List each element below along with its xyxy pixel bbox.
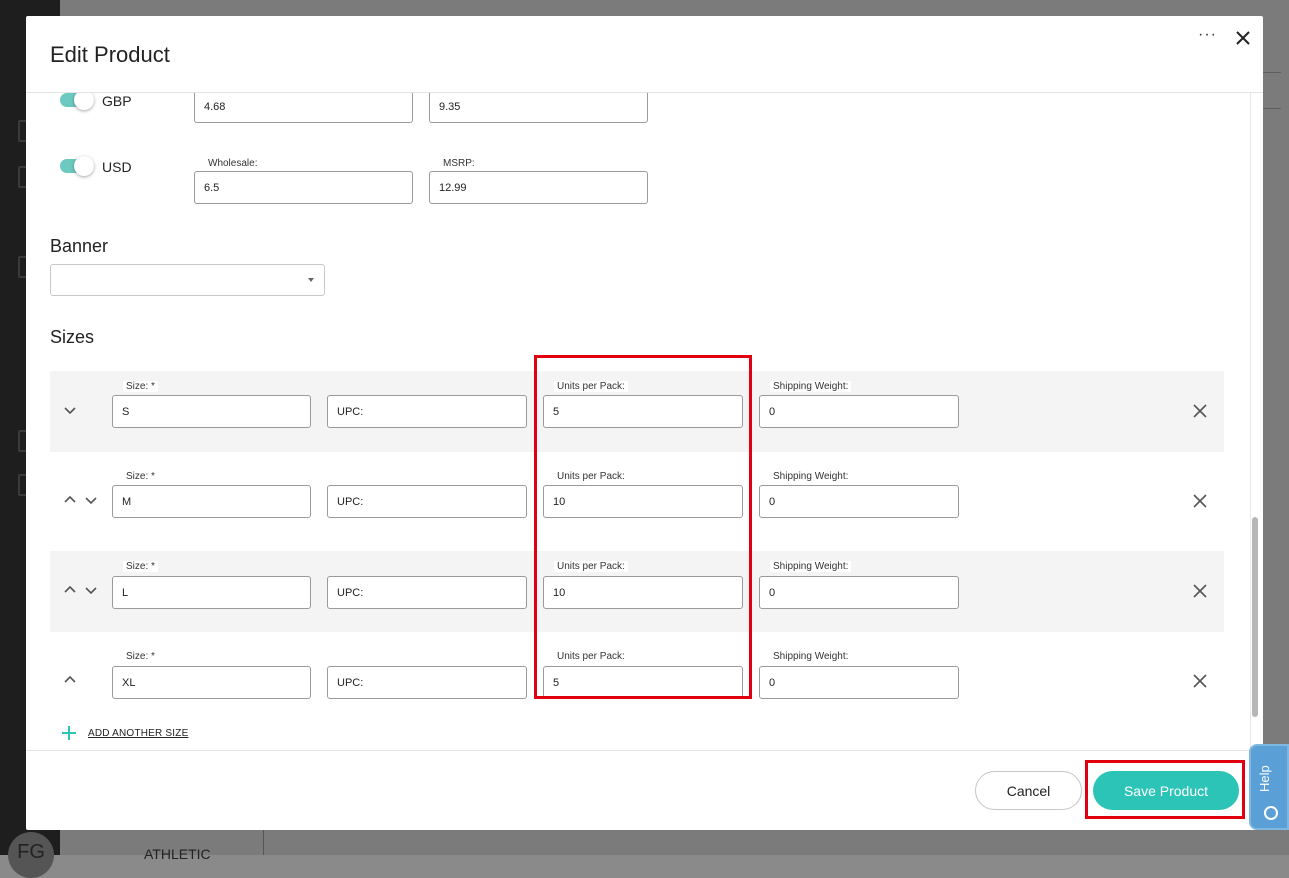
avatar: FG <box>8 832 54 878</box>
units-per-pack-label: Units per Pack: <box>554 471 628 482</box>
move-down-icon[interactable] <box>83 492 99 508</box>
shipping-weight-input[interactable]: 0 <box>759 485 959 518</box>
move-up-icon[interactable] <box>62 582 78 598</box>
gbp-toggle[interactable] <box>60 93 94 110</box>
size-label: Size: * <box>123 651 158 662</box>
toggle-knob <box>74 93 94 110</box>
currency-label-gbp: GBP <box>102 93 132 109</box>
units-per-pack-input[interactable]: 10 <box>543 576 743 609</box>
size-row: S Size: * UPC: 5 Units per Pack: 0 Shipp… <box>50 371 1224 452</box>
edit-product-modal: Edit Product ··· GBP 4.68 9.35 USD 6.5 W… <box>26 16 1263 830</box>
shipping-weight-label: Shipping Weight: <box>770 381 852 392</box>
remove-size-icon[interactable] <box>1192 673 1208 689</box>
upc-input[interactable]: UPC: <box>327 576 527 609</box>
plus-icon <box>62 726 76 740</box>
size-input[interactable]: L <box>112 576 311 609</box>
modal-content: GBP 4.68 9.35 USD 6.5 Wholesale: 12.99 M… <box>26 93 1263 750</box>
upc-input[interactable]: UPC: <box>327 395 527 428</box>
wholesale-label: Wholesale: <box>205 158 261 169</box>
toggle-knob <box>74 156 94 176</box>
move-down-icon[interactable] <box>62 402 78 418</box>
units-per-pack-input[interactable]: 5 <box>543 395 743 428</box>
add-another-size-label: ADD ANOTHER SIZE <box>88 727 189 739</box>
size-input[interactable]: M <box>112 485 311 518</box>
units-per-pack-label: Units per Pack: <box>554 561 628 572</box>
units-per-pack-label: Units per Pack: <box>554 651 628 662</box>
units-per-pack-label: Units per Pack: <box>554 381 628 392</box>
size-label: Size: * <box>123 471 158 482</box>
help-tab[interactable]: Help <box>1249 744 1289 830</box>
shipping-weight-label: Shipping Weight: <box>770 561 852 572</box>
add-another-size-button[interactable]: ADD ANOTHER SIZE <box>62 726 188 740</box>
remove-size-icon[interactable] <box>1192 403 1208 419</box>
sizes-title: Sizes <box>50 327 95 347</box>
units-per-pack-input[interactable]: 10 <box>543 485 743 518</box>
size-row: L Size: * UPC: 10 Units per Pack: 0 Ship… <box>50 551 1224 632</box>
size-row: XL Size: * UPC: 5 Units per Pack: 0 Ship… <box>50 641 1224 722</box>
scrollbar-track[interactable] <box>1250 93 1251 750</box>
usd-wholesale-input[interactable]: 6.5 <box>194 171 413 204</box>
upc-input[interactable]: UPC: <box>327 666 527 699</box>
move-down-icon[interactable] <box>83 582 99 598</box>
msrp-label: MSRP: <box>440 158 478 169</box>
help-label: Help <box>1257 765 1272 792</box>
shipping-weight-label: Shipping Weight: <box>770 471 852 482</box>
move-up-icon[interactable] <box>62 492 78 508</box>
background-category-text: ATHLETIC <box>144 846 211 862</box>
save-product-button[interactable]: Save Product <box>1093 771 1239 810</box>
usd-msrp-input[interactable]: 12.99 <box>429 171 648 204</box>
size-input[interactable]: XL <box>112 666 311 699</box>
shipping-weight-input[interactable]: 0 <box>759 395 959 428</box>
size-input[interactable]: S <box>112 395 311 428</box>
upc-input[interactable]: UPC: <box>327 485 527 518</box>
move-up-icon[interactable] <box>62 672 78 688</box>
modal-title: Edit Product <box>50 42 170 67</box>
modal-header: Edit Product ··· <box>26 16 1263 93</box>
chat-icon <box>1264 806 1278 820</box>
usd-toggle[interactable] <box>60 156 94 176</box>
remove-size-icon[interactable] <box>1192 583 1208 599</box>
currency-label-usd: USD <box>102 159 132 175</box>
shipping-weight-label: Shipping Weight: <box>770 651 852 662</box>
banner-title: Banner <box>50 236 109 256</box>
modal-footer: Cancel Save Product <box>26 750 1263 830</box>
size-row: M Size: * UPC: 10 Units per Pack: 0 Ship… <box>50 461 1224 542</box>
close-icon[interactable] <box>1231 26 1255 50</box>
units-per-pack-input[interactable]: 5 <box>543 666 743 699</box>
more-options-icon[interactable]: ··· <box>1198 26 1217 44</box>
remove-size-icon[interactable] <box>1192 493 1208 509</box>
shipping-weight-input[interactable]: 0 <box>759 576 959 609</box>
scrollbar-thumb[interactable] <box>1252 517 1258 717</box>
gbp-msrp-input[interactable]: 9.35 <box>429 93 648 123</box>
background-divider <box>263 830 264 855</box>
banner-select[interactable] <box>50 264 325 296</box>
shipping-weight-input[interactable]: 0 <box>759 666 959 699</box>
size-label: Size: * <box>123 561 158 572</box>
gbp-wholesale-input[interactable]: 4.68 <box>194 93 413 123</box>
cancel-button[interactable]: Cancel <box>975 771 1082 810</box>
caret-down-icon <box>308 278 314 282</box>
size-label: Size: * <box>123 381 158 392</box>
